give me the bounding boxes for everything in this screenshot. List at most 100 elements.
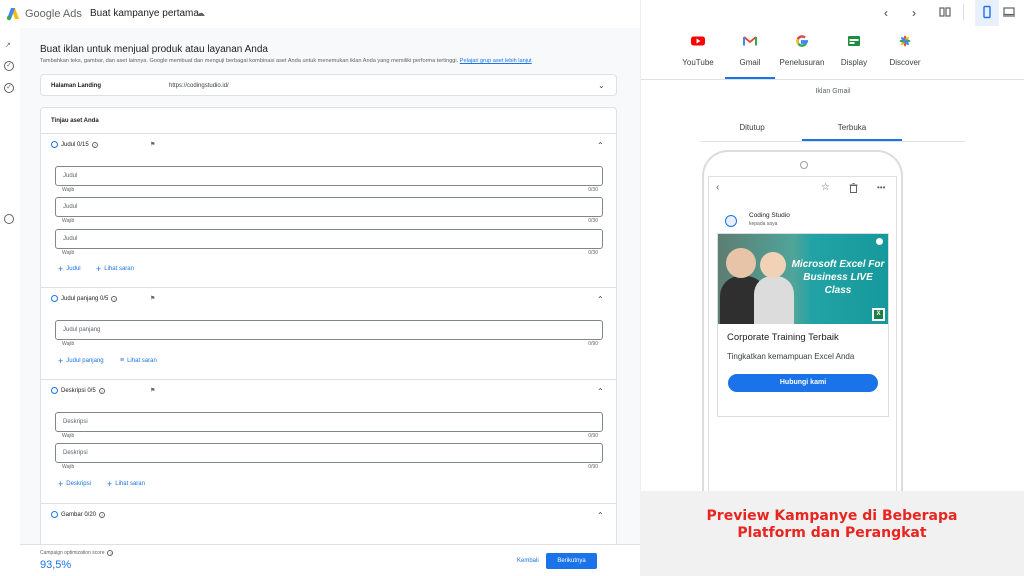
description-input[interactable]: Deskripsi [55, 412, 603, 432]
plus-icon: + [58, 479, 64, 489]
person-figure [754, 276, 794, 324]
add-headline-button[interactable]: + Judul [58, 264, 81, 274]
long-headline-input[interactable]: Judul panjang [55, 320, 603, 340]
tab-expanded[interactable]: Terbuka [802, 123, 902, 132]
status-circle-icon [51, 141, 58, 148]
chevron-up-icon[interactable]: ⌃ [597, 296, 604, 304]
google-ads-logo[interactable] [6, 7, 20, 21]
mobile-device-icon[interactable] [980, 5, 994, 19]
page-title: Buat iklan untuk menjual produk atau lay… [40, 44, 268, 55]
help-icon[interactable]: ? [99, 511, 106, 518]
step-done-icon[interactable]: ✓ [4, 83, 14, 93]
gmail-icon [743, 36, 757, 46]
promo-caption: Preview Kampanye di Beberapa Platform da… [706, 508, 958, 541]
tab-collapsed[interactable]: Ditutup [702, 123, 802, 132]
view-suggestions-label: Lihat saran [104, 266, 134, 272]
headline-placeholder: Judul [63, 173, 78, 179]
display-icon [848, 36, 860, 46]
top-bar: Google Ads Buat kampanye pertama ☁ [0, 0, 640, 28]
flag-icon[interactable]: ⚑ [150, 295, 155, 302]
recipient-label: kepada saya [749, 221, 778, 227]
description-placeholder: Deskripsi [63, 419, 88, 425]
trash-icon[interactable] [849, 183, 858, 193]
desktop-device-icon[interactable] [1002, 5, 1016, 19]
landing-page-card[interactable]: Halaman Landing https://codingstudio.id/… [40, 74, 617, 96]
help-icon[interactable]: ? [98, 387, 105, 394]
collapse-icon[interactable]: ↗ [5, 41, 11, 49]
chevron-up-icon[interactable]: ⌃ [597, 142, 604, 150]
view-suggestions-button[interactable]: + Lihat saran [107, 479, 145, 489]
chevron-left-icon[interactable]: ‹ [884, 6, 888, 20]
divider [41, 379, 616, 380]
excel-icon: X [872, 308, 885, 321]
ad-headline: Corporate Training Terbaik [727, 332, 839, 343]
back-arrow-icon[interactable]: ‹ [716, 183, 719, 193]
tab-gmail[interactable]: Gmail [720, 30, 780, 78]
phone-mockup: ‹ ☆ ••• Coding Studio kepada saya Micros… [702, 150, 903, 493]
plus-icon: + [107, 479, 113, 489]
more-icon[interactable]: ••• [877, 183, 885, 193]
star-icon[interactable]: ☆ [821, 183, 830, 193]
add-long-headline-label: Judul panjang [66, 358, 104, 364]
status-circle-icon [51, 295, 58, 302]
view-suggestions-label: Lihat saran [127, 358, 157, 364]
headlines-header[interactable]: Judul 0/15 ? [51, 141, 98, 148]
review-title: Tinjau aset Anda [51, 118, 99, 124]
step-current-icon[interactable] [4, 214, 14, 224]
tab-search[interactable]: Penelusuran [772, 30, 832, 78]
chevron-down-icon[interactable]: ⌄ [598, 82, 605, 90]
help-icon[interactable]: ? [91, 141, 98, 148]
chevron-up-icon[interactable]: ⌃ [597, 512, 604, 520]
description-input[interactable]: Deskripsi [55, 443, 603, 463]
learn-more-link[interactable]: Pelajari grup aset lebih lanjut [460, 58, 532, 64]
chevron-right-icon[interactable]: › [912, 6, 916, 20]
tab-youtube[interactable]: YouTube [668, 30, 728, 78]
divider [41, 133, 616, 134]
required-label: Wajib [62, 218, 75, 224]
images-header[interactable]: Gambar 0/20 ? [51, 511, 106, 518]
view-suggestions-label: Lihat saran [115, 481, 145, 487]
tab-label: YouTube [682, 58, 714, 67]
view-suggestions-button[interactable]: ≡ Lihat saran [120, 357, 157, 364]
add-description-button[interactable]: + Deskripsi [58, 479, 91, 489]
contact-us-button[interactable]: Hubungi kami [728, 374, 878, 392]
view-suggestions-button[interactable]: + Lihat saran [96, 265, 134, 274]
headline-input[interactable]: Judul [55, 229, 603, 249]
ad-banner-image: Microsoft Excel For Business LIVE Class … [718, 234, 888, 324]
long-headlines-title: Judul panjang 0/5 [61, 295, 109, 302]
help-icon[interactable]: ? [107, 550, 114, 556]
tab-label: Penelusuran [779, 58, 825, 67]
ad-description: Tingkatkan kemampuan Excel Anda [727, 352, 855, 361]
headline-placeholder: Judul [63, 236, 78, 242]
headline-input[interactable]: Judul [55, 197, 603, 217]
required-label: Wajib [62, 433, 75, 439]
divider [41, 287, 616, 288]
plus-icon: + [58, 264, 64, 274]
cloud-saved-icon: ☁ [196, 8, 205, 18]
long-headlines-header[interactable]: Judul panjang 0/5 ? [51, 295, 118, 302]
step-done-icon[interactable]: ✓ [4, 61, 14, 71]
help-icon[interactable]: ? [111, 295, 118, 302]
headline-placeholder: Judul [63, 204, 78, 210]
chevron-up-icon[interactable]: ⌃ [597, 388, 604, 396]
flag-icon[interactable]: ⚑ [150, 387, 155, 394]
tabs-divider [641, 79, 1024, 80]
landing-url: https://codingstudio.id/ [169, 83, 229, 89]
banner-logo-icon [876, 238, 883, 245]
char-count: 0/90 [588, 464, 598, 470]
back-button[interactable]: Kembali [517, 558, 539, 564]
tab-label: Discover [889, 58, 921, 67]
next-button[interactable]: Berikutnya [546, 553, 597, 569]
add-long-headline-button[interactable]: + Judul panjang [58, 357, 104, 366]
promo-caption-box: Preview Kampanye di Beberapa Platform da… [640, 491, 1024, 576]
tab-discover[interactable]: Discover [875, 30, 935, 78]
toolbar-divider [963, 4, 964, 20]
gmail-ad-card[interactable]: Microsoft Excel For Business LIVE Class … [717, 233, 889, 417]
headline-input[interactable]: Judul [55, 166, 603, 186]
flag-icon[interactable]: ⚑ [150, 141, 155, 148]
required-label: Wajib [62, 464, 75, 470]
brand-name: Google Ads [25, 8, 82, 20]
split-view-icon[interactable] [938, 5, 952, 19]
char-count: 0/90 [588, 433, 598, 439]
descriptions-header[interactable]: Deskripsi 0/5 ? [51, 387, 105, 394]
